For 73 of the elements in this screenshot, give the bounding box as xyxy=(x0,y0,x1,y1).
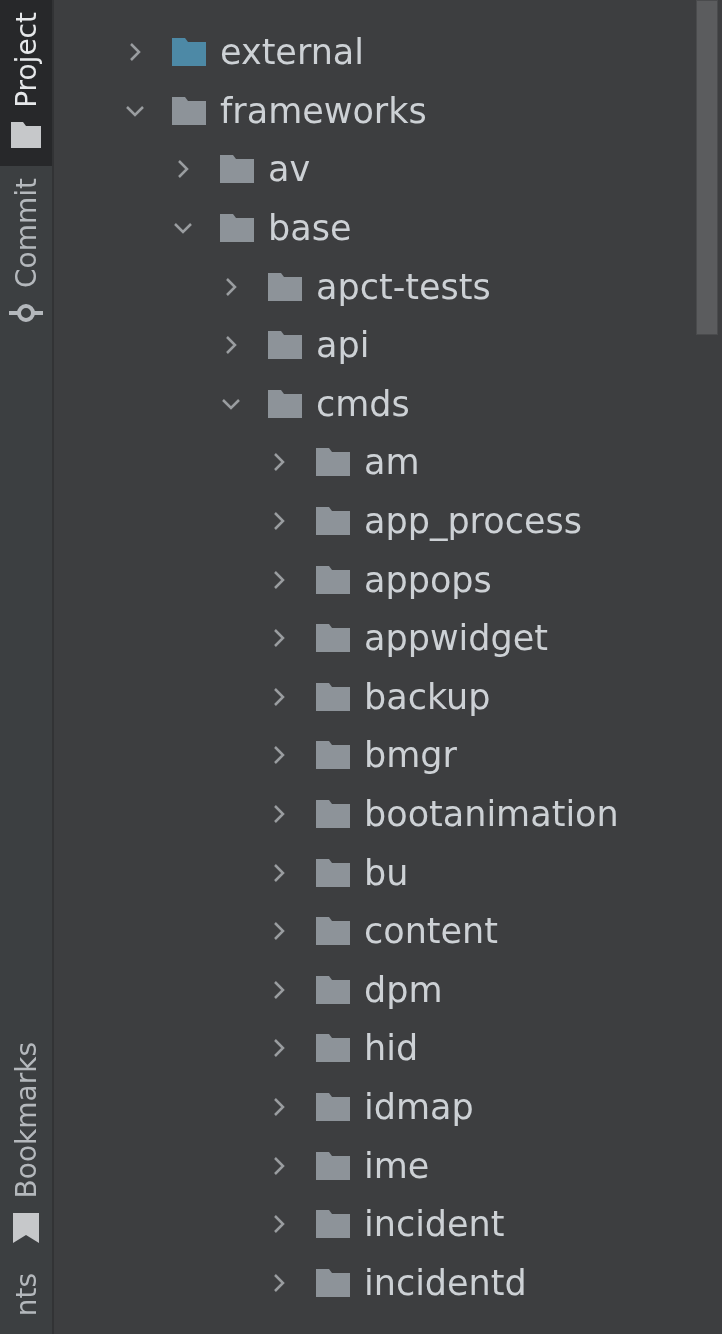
folder-icon xyxy=(268,389,302,418)
tree-row[interactable]: app_process xyxy=(54,491,722,551)
tree-row[interactable]: apct-tests xyxy=(54,257,722,316)
tree-row[interactable]: dpm xyxy=(54,960,722,1020)
tree-row[interactable]: ime xyxy=(54,1136,722,1195)
folder-icon xyxy=(316,1268,350,1297)
folder-name: bootanimation xyxy=(364,794,619,834)
tool-window-tab[interactable]: Commit xyxy=(0,165,52,342)
scrollbar-thumb[interactable] xyxy=(696,0,718,335)
folder-name: backup xyxy=(364,676,491,717)
folder-name: idmap xyxy=(364,1087,474,1127)
tree-row[interactable]: bmgr xyxy=(54,726,722,785)
tree-row[interactable]: frameworks xyxy=(54,81,722,141)
folder-name: hid xyxy=(364,1028,419,1069)
tree-row[interactable]: av xyxy=(54,140,722,199)
folder-icon xyxy=(316,507,350,536)
folder-name: incident xyxy=(364,1204,505,1245)
folder-icon xyxy=(316,624,350,653)
tree-row[interactable]: cmds xyxy=(54,374,722,434)
folder-name: cmds xyxy=(316,383,410,424)
folder-icon xyxy=(316,448,350,477)
tool-window-tab[interactable]: nts xyxy=(0,1260,52,1334)
folder-name: appwidget xyxy=(364,618,548,659)
folder-icon xyxy=(11,121,41,148)
tree-row[interactable]: hid xyxy=(54,1019,722,1078)
folder-name: incidentd xyxy=(364,1262,527,1303)
tree-row[interactable]: am xyxy=(54,433,722,492)
folder-name: api xyxy=(316,325,370,366)
commit-icon xyxy=(9,301,43,324)
tree-row[interactable]: content xyxy=(54,901,722,961)
tool-window-tab[interactable]: Project xyxy=(0,0,52,166)
folder-name: dpm xyxy=(364,969,443,1010)
folder-icon xyxy=(316,1151,350,1180)
folder-icon xyxy=(316,858,350,887)
folder-icon xyxy=(316,1034,350,1063)
tree-row[interactable]: idmap xyxy=(54,1077,722,1137)
folder-name: content xyxy=(364,911,498,952)
folder-name: ime xyxy=(364,1145,430,1186)
tree-row[interactable]: bootanimation xyxy=(54,784,722,844)
folder-name: appops xyxy=(364,559,492,600)
tree-row[interactable]: incident xyxy=(54,1194,722,1254)
folder-icon xyxy=(268,331,302,360)
folder-icon xyxy=(316,800,350,828)
tree-row[interactable]: bu xyxy=(54,843,722,902)
bookmark-icon xyxy=(13,1212,39,1243)
folder-icon xyxy=(316,741,350,770)
folder-icon xyxy=(268,272,302,301)
folder-name: external xyxy=(220,32,365,73)
folder-icon xyxy=(220,155,254,184)
folder-name: bmgr xyxy=(364,735,457,776)
tree-row[interactable]: incidentd xyxy=(54,1253,722,1313)
tree-row[interactable]: appwidget xyxy=(54,608,722,668)
folder-icon xyxy=(316,1210,350,1239)
folder-icon xyxy=(220,214,254,243)
folder-name: base xyxy=(268,208,352,249)
folder-name: app_process xyxy=(364,501,582,542)
folder-icon xyxy=(316,682,350,711)
folder-icon xyxy=(316,917,350,946)
tree-row[interactable]: external xyxy=(54,23,722,82)
tool-window-tab[interactable]: Bookmarks xyxy=(0,1030,52,1261)
folder-icon xyxy=(316,1093,350,1121)
tree-row[interactable]: api xyxy=(54,315,722,375)
folder-icon xyxy=(172,96,206,125)
folder-name: bu xyxy=(364,852,409,893)
tree-row[interactable]: base xyxy=(54,198,722,258)
folder-icon xyxy=(316,565,350,594)
folder-name: apct-tests xyxy=(316,266,491,307)
tree-row[interactable]: backup xyxy=(54,667,722,727)
folder-name: av xyxy=(268,149,311,190)
folder-icon xyxy=(316,975,350,1004)
tree-row[interactable]: appops xyxy=(54,550,722,609)
folder-name: am xyxy=(364,442,420,483)
folder-name: frameworks xyxy=(220,90,427,131)
